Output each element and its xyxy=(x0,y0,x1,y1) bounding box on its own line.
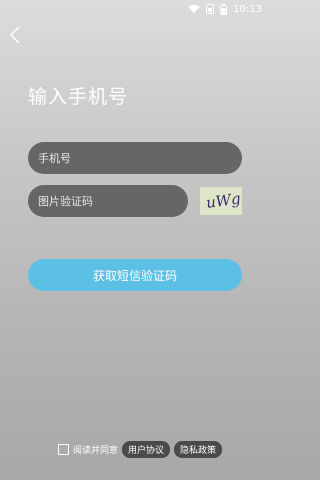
phone-input[interactable] xyxy=(38,151,242,165)
page-title: 输入手机号 xyxy=(28,86,129,108)
captcha-text: uWg xyxy=(205,189,242,212)
captcha-field[interactable] xyxy=(28,185,188,217)
chevron-left-icon xyxy=(9,26,20,48)
sim-icon xyxy=(206,4,215,14)
phone-field[interactable] xyxy=(28,142,242,174)
captcha-glyphs: uWg xyxy=(205,189,242,212)
back-button[interactable] xyxy=(6,26,24,48)
agreement-row: 阅读并同意 用户协议 隐私政策 xyxy=(58,441,223,458)
status-time: 10:13 xyxy=(233,3,262,15)
captcha-input[interactable] xyxy=(38,194,188,208)
privacy-policy-link[interactable]: 隐私政策 xyxy=(174,441,223,458)
battery-icon xyxy=(220,3,228,15)
status-bar: 10:13 xyxy=(0,0,270,18)
agreement-text: 阅读并同意 xyxy=(73,446,119,456)
get-sms-code-button[interactable]: 获取短信验证码 xyxy=(28,259,242,291)
wifi-icon xyxy=(188,4,200,14)
captcha-image[interactable]: uWg xyxy=(200,187,242,215)
user-agreement-link[interactable]: 用户协议 xyxy=(122,441,171,458)
agreement-checkbox[interactable] xyxy=(58,444,69,455)
